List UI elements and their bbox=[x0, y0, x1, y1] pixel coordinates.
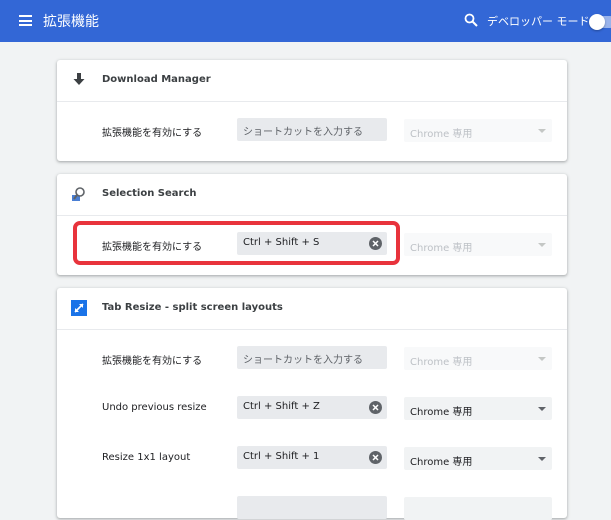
resize-arrow-icon bbox=[71, 300, 87, 316]
scope-select: Chrome 専用 bbox=[404, 233, 552, 256]
magnifier-icon bbox=[72, 187, 85, 201]
search-icon[interactable] bbox=[464, 13, 478, 27]
card-header: Selection Search bbox=[57, 174, 567, 216]
menu-icon[interactable] bbox=[19, 15, 32, 26]
shortcut-row-label: 拡張機能を有効にする bbox=[102, 128, 203, 139]
shortcut-value: Ctrl + Shift + Z bbox=[243, 401, 320, 412]
highlight-annotation bbox=[73, 221, 400, 265]
extension-name: Tab Resize - split screen layouts bbox=[102, 302, 283, 313]
scope-value: Chrome 専用 bbox=[410, 243, 473, 254]
chevron-down-icon bbox=[538, 243, 546, 247]
extension-card-tab-resize: Tab Resize - split screen layouts 拡張機能を有… bbox=[57, 288, 567, 520]
shortcut-placeholder: ショートカットを入力する bbox=[243, 355, 363, 366]
scope-select: Chrome 専用 bbox=[404, 119, 552, 142]
shortcut-row-label: Resize 1x1 layout bbox=[102, 452, 191, 463]
clear-icon[interactable] bbox=[369, 451, 382, 464]
extension-name: Selection Search bbox=[102, 188, 197, 199]
extension-card-download-manager: Download Manager 拡張機能を有効にする ショートカットを入力する… bbox=[57, 60, 567, 161]
chevron-down-icon bbox=[538, 407, 546, 411]
card-header: Download Manager bbox=[57, 60, 567, 102]
top-bar: 拡張機能 デベロッパー モード bbox=[0, 0, 611, 42]
shortcut-row-label: 拡張機能を有効にする bbox=[102, 356, 203, 367]
toggle-knob bbox=[589, 14, 605, 30]
shortcut-input[interactable]: Ctrl + Shift + Z bbox=[237, 396, 387, 419]
scope-select: Chrome 専用 bbox=[404, 347, 552, 370]
scope-select[interactable]: Chrome 専用 bbox=[404, 397, 552, 420]
scope-value: Chrome 専用 bbox=[410, 457, 473, 468]
shortcut-placeholder: ショートカットを入力する bbox=[243, 127, 363, 138]
shortcut-value: Ctrl + Shift + 1 bbox=[243, 451, 320, 462]
scope-select[interactable]: Chrome 専用 bbox=[404, 447, 552, 470]
scope-value: Chrome 専用 bbox=[410, 129, 473, 140]
clear-icon[interactable] bbox=[369, 401, 382, 414]
extension-name: Download Manager bbox=[102, 74, 211, 85]
shortcut-input[interactable]: Ctrl + Shift + 1 bbox=[237, 446, 387, 469]
shortcut-input[interactable]: ショートカットを入力する bbox=[237, 346, 387, 369]
scope-value: Chrome 専用 bbox=[410, 357, 473, 368]
shortcut-row-label: Undo previous resize bbox=[102, 402, 207, 413]
chevron-down-icon bbox=[538, 357, 546, 361]
scope-select-partial[interactable] bbox=[404, 497, 552, 520]
chevron-down-icon bbox=[538, 129, 546, 133]
chevron-down-icon bbox=[538, 457, 546, 461]
shortcut-input-partial[interactable] bbox=[237, 496, 387, 519]
shortcut-input[interactable]: ショートカットを入力する bbox=[237, 118, 387, 141]
dev-mode-toggle[interactable] bbox=[589, 14, 611, 30]
download-arrow-icon bbox=[73, 73, 85, 85]
page-title: 拡張機能 bbox=[43, 14, 99, 30]
card-header: Tab Resize - split screen layouts bbox=[57, 288, 567, 330]
dev-mode-label: デベロッパー モード bbox=[487, 15, 590, 28]
scope-value: Chrome 専用 bbox=[410, 407, 473, 418]
